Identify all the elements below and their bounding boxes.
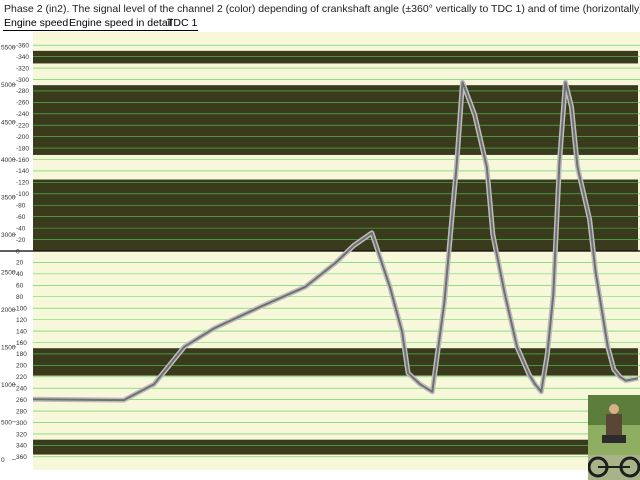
right-tick-label: -20 xyxy=(16,237,26,244)
right-tick-label: -160 xyxy=(16,157,29,164)
right-tick-label: -200 xyxy=(16,134,29,141)
right-tick-label: -120 xyxy=(16,180,29,187)
right-tick-label: 360 xyxy=(16,454,27,461)
right-tick-label: -340 xyxy=(16,54,29,61)
right-tick-label: 120 xyxy=(16,317,27,324)
right-tick-label: -80 xyxy=(16,203,26,210)
right-tick-label: 180 xyxy=(16,351,27,358)
tab-engine-speed-in-detail[interactable]: Engine speed in detail xyxy=(68,17,174,31)
right-tick-label: 340 xyxy=(16,443,27,450)
tab-engine-speed[interactable]: Engine speed xyxy=(3,17,70,31)
right-tick-label: -140 xyxy=(16,168,29,175)
left-tick-label: 1000 xyxy=(1,382,16,389)
left-tick-label: 3500 xyxy=(1,194,16,201)
right-tick-label: -320 xyxy=(16,65,29,72)
right-tick-label: 160 xyxy=(16,340,27,347)
right-tick-label: -240 xyxy=(16,111,29,118)
right-tick-label: 200 xyxy=(16,363,27,370)
left-tick-label: 4000 xyxy=(1,157,16,164)
dark-band xyxy=(33,50,638,64)
left-axis-labels: 5500500045004000350030002500200015001000… xyxy=(1,44,16,464)
right-tick-label: -260 xyxy=(16,100,29,107)
right-tick-label: 0 xyxy=(16,248,20,255)
right-tick-label: -360 xyxy=(16,42,29,49)
right-tick-label: -40 xyxy=(16,225,26,232)
page-title: Phase 2 (in2). The signal level of the c… xyxy=(4,3,640,15)
left-tick-label: 1500 xyxy=(1,344,16,351)
right-tick-label: -180 xyxy=(16,145,29,152)
right-tick-label: -300 xyxy=(16,77,29,84)
left-tick-label: 2000 xyxy=(1,307,16,314)
left-tick-label: 5000 xyxy=(1,82,16,89)
dark-band xyxy=(33,439,638,455)
right-tick-label: 40 xyxy=(16,271,24,278)
right-tick-label: 300 xyxy=(16,420,27,427)
dark-band xyxy=(33,85,638,155)
right-tick-label: 100 xyxy=(16,305,27,312)
right-tick-label: 20 xyxy=(16,260,24,267)
left-tick-label: 4500 xyxy=(1,119,16,126)
left-tick-label: 0 xyxy=(1,457,5,464)
left-tick-label: 5500 xyxy=(1,44,16,51)
right-tick-label: 320 xyxy=(16,431,27,438)
left-tick-label: 2500 xyxy=(1,269,16,276)
right-tick-label: 260 xyxy=(16,397,27,404)
right-tick-label: 280 xyxy=(16,408,27,415)
right-tick-label: -220 xyxy=(16,123,29,130)
right-tick-label: -100 xyxy=(16,191,29,198)
right-tick-label: 80 xyxy=(16,294,24,301)
right-tick-label: 140 xyxy=(16,328,27,335)
right-axis-labels: -360-340-320-300-280-260-240-220-200-180… xyxy=(16,42,29,461)
right-tick-label: -60 xyxy=(16,214,26,221)
right-tick-label: 240 xyxy=(16,386,27,393)
right-tick-label: 60 xyxy=(16,283,24,290)
right-tick-label: -280 xyxy=(16,88,29,95)
left-tick-label: 3000 xyxy=(1,232,16,239)
signal-chart: 5500500045004000350030002500200015001000… xyxy=(0,32,640,470)
tab-tdc-1[interactable]: TDC 1 xyxy=(166,17,199,31)
right-tick-label: 220 xyxy=(16,374,27,381)
left-tick-label: 500 xyxy=(1,419,12,426)
rider-photo xyxy=(588,395,640,480)
